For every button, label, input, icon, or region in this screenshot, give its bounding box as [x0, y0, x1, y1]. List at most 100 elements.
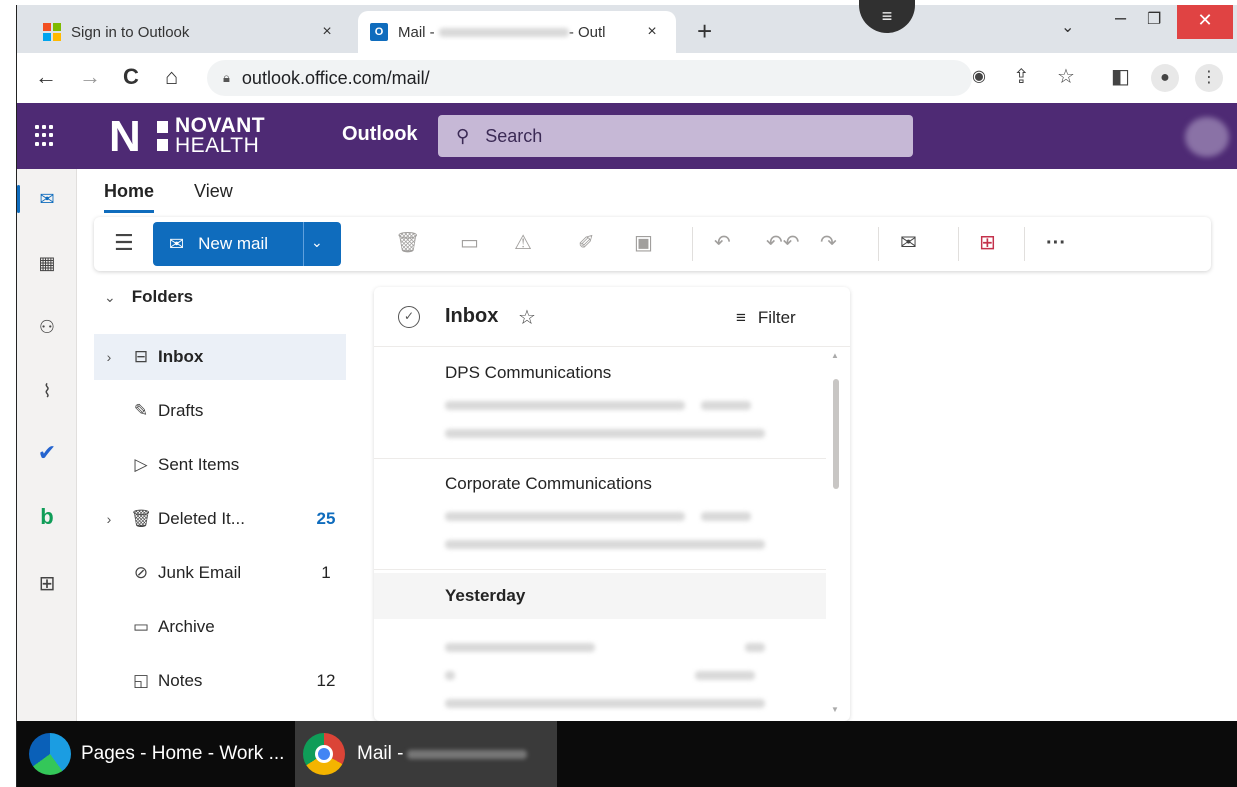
close-tab-icon[interactable]: × — [315, 23, 339, 41]
browser-tab-sign-in[interactable]: Sign in to Outlook × — [31, 11, 351, 53]
select-all-icon[interactable]: ✓ — [398, 306, 420, 328]
folder-name: Notes — [158, 671, 203, 690]
folder-sent-items[interactable]: ▷ Sent Items — [94, 442, 346, 488]
share-icon[interactable]: ⇪ — [1013, 66, 1030, 88]
avatar[interactable] — [1185, 117, 1229, 157]
collapse-pane-icon[interactable]: ☰ — [114, 232, 134, 254]
inbox-icon: ⊟ — [133, 347, 149, 366]
chevron-down-icon[interactable]: ⌄ — [311, 234, 323, 251]
search-icon: ⚲ — [456, 125, 470, 146]
folder-count: 12 — [316, 671, 336, 690]
more-apps-icon[interactable]: ⊞ — [17, 561, 77, 605]
eye-icon[interactable]: ◉ — [972, 66, 986, 88]
address-bar[interactable]: 🔒︎ outlook.office.com/mail/ — [207, 60, 972, 96]
folder-deleted-items[interactable]: › 🗑︎ Deleted It... 25 — [94, 496, 346, 542]
ribbon-tabs: Home View — [104, 177, 273, 213]
list-item[interactable] — [374, 621, 826, 721]
minimize-icon[interactable]: – — [1115, 7, 1126, 30]
reply-icon[interactable]: ↶ — [714, 231, 731, 255]
chevron-right-icon[interactable]: › — [94, 511, 124, 527]
folder-name: Deleted It... — [158, 509, 245, 528]
folder-name: Inbox — [158, 347, 204, 366]
tab-search-icon[interactable]: ⌄ — [1061, 17, 1074, 37]
folder-junk-email[interactable]: ⊘ Junk Email 1 — [94, 550, 346, 596]
app-name[interactable]: Outlook — [342, 123, 418, 146]
junk-icon: ⊘ — [133, 563, 149, 582]
filter-label: Filter — [757, 308, 796, 327]
scrollbar-thumb[interactable] — [833, 379, 839, 489]
app-launcher-icon[interactable] — [35, 125, 57, 147]
report-icon[interactable]: ⚠ — [514, 231, 532, 255]
new-tab-button[interactable]: + — [697, 18, 712, 44]
screen: Sign in to Outlook × O Mail - - Outl × +… — [16, 0, 1237, 787]
list-item[interactable]: Corporate Communications — [374, 460, 826, 570]
folder-inbox[interactable]: › ⊟ Inbox — [94, 334, 346, 380]
profile-icon[interactable]: ● — [1151, 64, 1179, 92]
taskbar-item-chrome[interactable]: Mail - — [295, 721, 557, 787]
folder-name: Sent Items — [158, 455, 240, 474]
home-icon[interactable]: ⌂ — [165, 65, 178, 89]
side-panel-icon[interactable]: ◧ — [1111, 66, 1130, 88]
chevron-right-icon[interactable]: › — [94, 349, 124, 365]
lock-icon: 🔒︎ — [223, 70, 230, 85]
message-preview — [445, 536, 765, 554]
message-subject — [445, 667, 755, 685]
more-options-icon[interactable]: ··· — [1046, 231, 1066, 255]
envelope-icon: ✉ — [169, 233, 185, 254]
send-icon: ▷ — [134, 455, 148, 474]
message-list-header: ✓ Inbox ☆ ≡ Filter — [374, 287, 850, 347]
tab-view[interactable]: View — [194, 177, 233, 213]
favorite-star-icon[interactable]: ☆ — [518, 305, 536, 330]
todo-icon[interactable]: ✔ — [17, 431, 77, 475]
divider — [692, 227, 693, 261]
sweep-icon[interactable]: ✐ — [578, 231, 595, 255]
taskbar-item-label: Mail - — [357, 743, 404, 764]
message-preview — [445, 425, 765, 443]
reload-icon[interactable]: C — [123, 65, 139, 89]
close-tab-icon[interactable]: × — [640, 23, 664, 41]
bookings-icon[interactable]: b — [17, 495, 77, 539]
list-item[interactable]: DPS Communications — [374, 349, 826, 459]
bookmark-star-icon[interactable]: ☆ — [1057, 66, 1075, 88]
apps-add-icon[interactable]: ⊞ — [979, 231, 996, 255]
taskbar-item-label: Pages - Home - Work ... — [81, 743, 285, 764]
move-to-icon[interactable]: ▣ — [634, 231, 653, 255]
browser-tab-strip: Sign in to Outlook × O Mail - - Outl × +… — [17, 0, 1237, 53]
scroll-up-icon[interactable]: ▲ — [831, 351, 839, 360]
read-unread-icon[interactable]: ✉ — [900, 231, 917, 255]
people-icon[interactable]: ⚇ — [17, 305, 77, 349]
reply-all-icon[interactable]: ↶↶ — [766, 231, 800, 255]
divider — [878, 227, 879, 261]
filter-button[interactable]: ≡ Filter — [736, 308, 796, 328]
message-list-title: Inbox — [445, 305, 499, 327]
new-mail-button[interactable]: ✉ New mail ⌄ — [153, 222, 341, 266]
note-icon: ◱ — [132, 671, 150, 690]
folder-notes[interactable]: ◱ Notes 12 — [94, 658, 346, 704]
scroll-down-icon[interactable]: ▼ — [831, 705, 839, 714]
folders-header[interactable]: ⌄ Folders — [104, 287, 193, 307]
microsoft-logo-icon — [43, 23, 61, 41]
overlay-menu-icon[interactable]: ≡ — [859, 0, 915, 33]
tab-home[interactable]: Home — [104, 177, 155, 213]
forward-mail-icon[interactable]: ↷ — [820, 231, 837, 255]
attachment-icon[interactable]: ⌇ — [17, 369, 77, 413]
url-text: outlook.office.com/mail/ — [241, 67, 430, 88]
window-close-button[interactable]: ✕ — [1177, 5, 1233, 39]
back-icon[interactable]: ← — [35, 65, 57, 89]
calendar-icon[interactable]: ▦ — [17, 241, 77, 285]
taskbar-item-edge[interactable]: Pages - Home - Work ... — [17, 721, 293, 787]
ribbon-toolbar: ☰ ✉ New mail ⌄ 🗑︎ ▭ ⚠ ✐ ▣ ↶ ↶↶ ↷ ✉ ⊞ ··· — [94, 217, 1211, 271]
scrollbar[interactable]: ▲ ▼ — [829, 349, 843, 719]
archive-icon[interactable]: ▭ — [460, 231, 479, 255]
forward-icon[interactable]: → — [79, 65, 101, 89]
folder-name: Junk Email — [158, 563, 242, 582]
restore-icon[interactable]: ❐ — [1147, 9, 1161, 29]
browser-tab-mail[interactable]: O Mail - - Outl × — [358, 11, 676, 53]
search-input[interactable]: ⚲ Search — [438, 115, 913, 157]
mail-icon[interactable]: ✉ — [17, 177, 77, 221]
message-sender — [445, 639, 765, 657]
folder-drafts[interactable]: ✎ Drafts — [94, 388, 346, 434]
folder-archive[interactable]: ▭ Archive — [94, 604, 346, 650]
delete-icon[interactable]: 🗑︎ — [395, 231, 420, 255]
browser-menu-icon[interactable]: ⋮ — [1195, 64, 1223, 92]
